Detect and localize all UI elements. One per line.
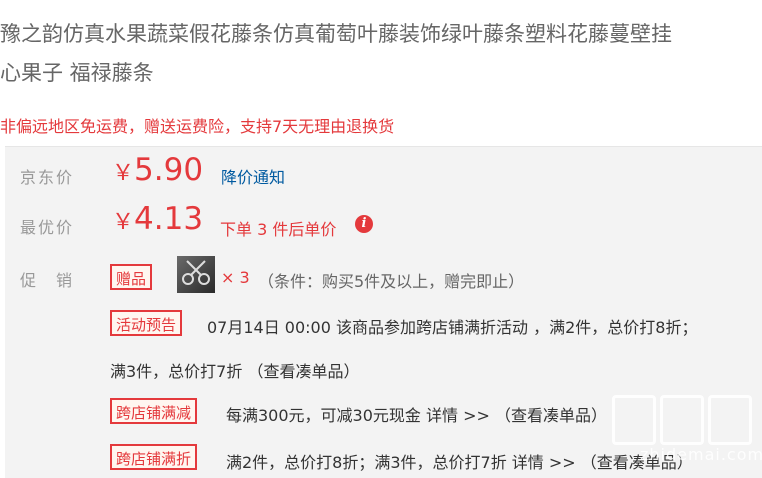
watermark-glyph [612, 395, 656, 445]
product-title: 豫之韵仿真水果蔬菜假花藤条仿真葡萄叶藤装饰绿叶藤条塑料花藤蔓壁挂 心果子 福禄藤… [0, 14, 762, 93]
info-icon[interactable]: i [355, 215, 373, 233]
cross-store-reduce-tag: 跨店铺满减 [110, 398, 198, 424]
jd-price-label: 京东价 [20, 168, 75, 187]
product-title-line2: 心果子 福禄藤条 [0, 61, 154, 85]
promotion-label: 促 销 [20, 271, 75, 290]
gift-product-thumbnail[interactable] [177, 256, 215, 293]
best-price-note: 下单 3 件后单价 [220, 220, 337, 239]
product-title-line1: 豫之韵仿真水果蔬菜假花藤条仿真葡萄叶藤装饰绿叶藤条塑料花藤蔓壁挂 [0, 22, 672, 46]
watermark-text: zhidemai.com [640, 445, 762, 464]
activity-text-line2[interactable]: 满3件，总价打7折 （查看凑单品） [110, 358, 359, 382]
price-alert-link[interactable]: 降价通知 [221, 164, 285, 188]
best-price-value: 4.13 [134, 201, 204, 237]
gift-condition: （条件：购买5件及以上，赠完即止） [258, 272, 525, 291]
jd-price: ￥5.90 [112, 152, 203, 188]
activity-preview-tag: 活动预告 [110, 310, 183, 336]
currency-symbol: ￥ [112, 210, 135, 235]
cross-store-reduce-text[interactable]: 每满300元，可减30元现金 详情 >> （查看凑单品） [226, 402, 607, 426]
activity-text-line1: 07月14日 00:00 该商品参加跨店铺满折活动 ，满2件，总价打8折； [207, 318, 698, 337]
gift-tag: 赠品 [110, 264, 153, 290]
watermark-glyph [708, 395, 752, 445]
gift-quantity: × 3 [221, 268, 250, 287]
watermark-glyph [660, 395, 704, 445]
best-price: ￥4.13 [112, 201, 203, 237]
jd-price-value: 5.90 [134, 152, 204, 188]
cross-store-discount-tag: 跨店铺满折 [110, 444, 198, 470]
scissors-icon [182, 260, 210, 285]
watermark-logo-icon: zhidemai.com [612, 395, 762, 477]
shipping-promo-text: 非偏远地区免运费，赠送运费险，支持7天无理由退换货 [0, 117, 395, 136]
best-price-label: 最优价 [20, 218, 75, 237]
currency-symbol: ￥ [112, 161, 135, 186]
